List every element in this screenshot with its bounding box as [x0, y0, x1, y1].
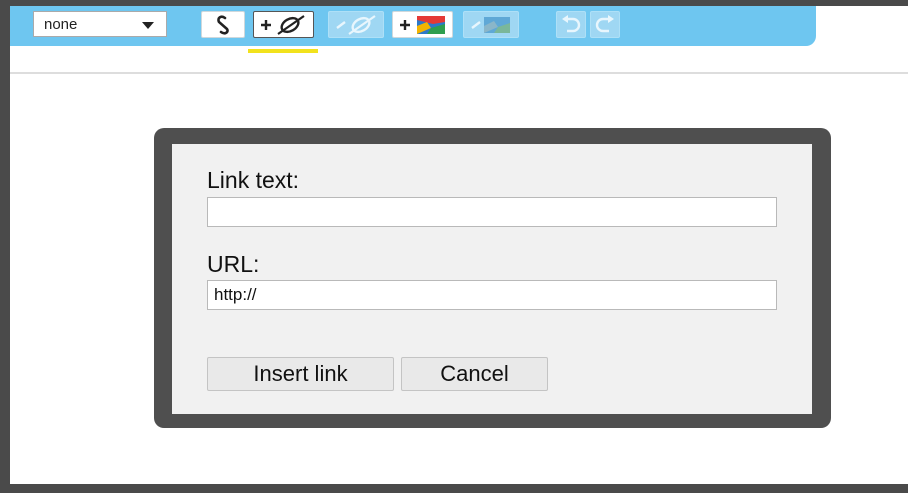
toolbar-blank-area — [816, 6, 908, 46]
add-link-button[interactable] — [253, 11, 314, 38]
style-select-value: none — [44, 15, 78, 33]
add-image-icon — [399, 15, 445, 34]
url-label: URL: — [207, 251, 260, 277]
insert-link-button[interactable]: Insert link — [207, 357, 394, 391]
toolbar-divider — [10, 72, 908, 74]
remove-link-icon — [336, 14, 376, 35]
link-text-input[interactable] — [207, 197, 777, 227]
undo-button[interactable] — [556, 11, 586, 38]
link-button[interactable] — [201, 11, 245, 38]
add-link-icon — [260, 14, 305, 35]
redo-icon — [595, 14, 614, 32]
link-icon — [217, 15, 229, 35]
style-select[interactable]: none — [33, 11, 167, 37]
cancel-button[interactable]: Cancel — [401, 357, 548, 391]
dropdown-arrow-icon — [142, 22, 154, 29]
window-frame-left — [0, 0, 10, 493]
active-tool-indicator — [248, 49, 318, 53]
redo-button[interactable] — [590, 11, 620, 38]
remove-image-button[interactable] — [463, 11, 519, 38]
remove-image-icon — [471, 16, 510, 33]
url-input[interactable] — [207, 280, 777, 310]
link-text-label: Link text: — [207, 167, 300, 193]
remove-link-button[interactable] — [328, 11, 384, 38]
window-frame-bottom — [0, 484, 908, 493]
undo-icon — [562, 14, 581, 32]
add-image-button[interactable] — [392, 11, 453, 38]
